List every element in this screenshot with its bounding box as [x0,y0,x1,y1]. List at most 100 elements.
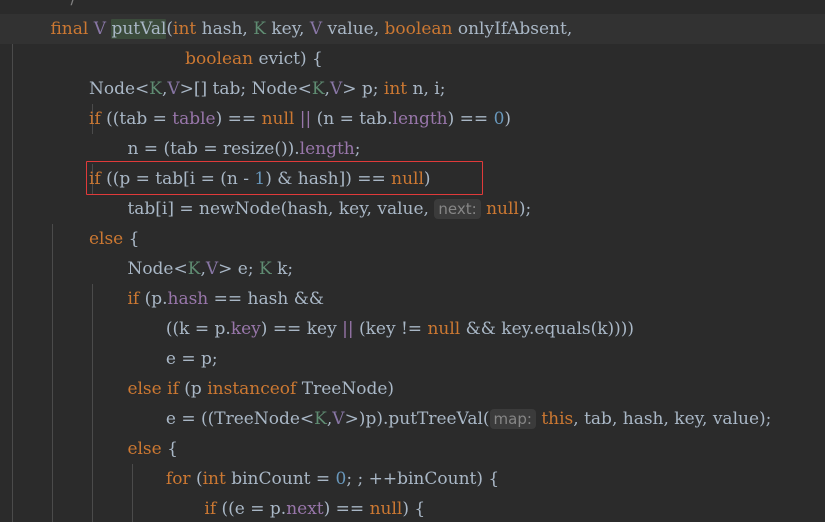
code-token: length [392,109,448,129]
code-line[interactable]: else { [0,434,825,464]
code-token: ((e = p. [216,499,287,519]
code-token: e = p; [165,349,218,369]
code-token: ( [190,469,203,489]
code-line[interactable]: Node<K,V>[] tab; Node<K,V> p; int n, i; [0,74,825,104]
code-token: int [202,469,226,489]
code-token: ((k = p. [165,319,231,339]
code-line[interactable]: else if (p instanceof TreeNode) [0,374,825,404]
code-token: table [172,109,216,129]
code-token: ((p = tab[i = (n - [100,169,255,189]
code-token: this [541,409,574,429]
code-token: K [149,79,162,99]
code-token: ) == key [260,319,343,339]
code-token: == hash && [208,289,324,309]
code-line[interactable]: e = p; [0,344,825,374]
code-token: length [299,139,355,159]
code-line[interactable]: for (int binCount = 0; ; ++binCount) { [0,464,825,494]
code-token: next [286,499,324,519]
code-token: 1 [254,169,266,189]
code-token: if [167,379,179,399]
code-token: n, i; [407,79,446,99]
code-token: ) [423,169,431,189]
code-token: ; ; ++binCount) { [346,469,500,489]
code-token: e = ((TreeNode< [165,409,315,429]
code-token: int [173,19,197,39]
code-line[interactable]: n = (tab = resize()).length; [0,134,825,164]
code-token: int [383,79,408,99]
code-token: 0 [493,109,505,129]
code-line[interactable]: if (p.hash == hash && [0,284,825,314]
code-line[interactable]: tab[i] = newNode(hash, key, value, next:… [0,194,825,224]
code-line[interactable]: e = ((TreeNode<K,V>)p).putTreeVal(map: t… [0,404,825,434]
code-token: ) == [447,109,494,129]
code-line[interactable]: final V putVal(int hash, K key, V value,… [0,14,825,44]
code-token: V [93,19,107,39]
previous-line-partial-comment: */ [0,0,825,14]
code-token: ); [518,199,532,219]
code-token: (p. [139,289,168,309]
code-token: || [342,319,354,339]
code-content[interactable]: final V putVal(int hash, K key, V value,… [0,14,825,522]
code-token: key, [265,19,310,39]
code-line[interactable]: if ((tab = table) == null || (n = tab.le… [0,104,825,134]
code-token: final [50,19,89,39]
code-token: V [329,79,343,99]
code-token: ) == [323,499,370,519]
code-token: hash [167,289,209,309]
code-editor[interactable]: */ final V putVal(int hash, K key, V val… [0,0,825,522]
code-token: V [205,259,219,279]
code-token: K [314,409,327,429]
code-token: V [309,19,323,39]
code-token: instanceof [207,379,297,399]
code-token: Node< [88,79,150,99]
block-comment-end: */ [62,0,76,14]
code-token: key [230,319,261,339]
code-token: onlyIfAbsent, [452,19,573,39]
code-token: TreeNode) [296,379,395,399]
code-line[interactable]: Node<K,V> e; K k; [0,254,825,284]
code-token: >[] tab; Node< [179,79,312,99]
code-line[interactable]: else { [0,224,825,254]
code-line[interactable]: ((k = p.key) == key || (key != null && k… [0,314,825,344]
code-line[interactable]: if ((e = p.next) == null) { [0,494,825,522]
code-token: else [88,229,124,249]
code-token: hash, [196,19,254,39]
code-token: if [127,289,140,309]
code-token: >)p).putTreeVal( [344,409,490,429]
code-token: || [299,109,312,129]
code-line[interactable]: if ((p = tab[i = (n - 1) & hash]) == nul… [0,164,825,194]
code-token: value, [322,19,385,39]
code-token: k; [271,259,294,279]
code-token: else [127,439,162,459]
code-token: evict) { [253,49,323,69]
code-token: { [161,439,178,459]
code-token: (p [178,379,208,399]
code-token: null [391,169,424,189]
code-token: { [123,229,140,249]
parameter-hint-inlay: next: [434,199,481,219]
code-token: putVal [111,19,167,39]
code-token: ) == [215,109,262,129]
code-token: V [167,79,180,99]
code-token: ) [504,109,512,129]
code-token: K [258,259,272,279]
code-token: Node< [127,259,188,279]
code-token: if [88,109,101,129]
code-line[interactable]: boolean evict) { [0,44,825,74]
code-token: if [88,169,101,189]
parameter-hint-inlay: map: [489,409,536,429]
code-token: 0 [335,469,347,489]
code-token: null [369,499,403,519]
code-token: n = (tab = resize()). [127,139,300,159]
code-token: binCount = [225,469,336,489]
code-token: null [427,319,461,339]
code-token: boolean [185,49,254,69]
code-token: > p; [342,79,384,99]
code-token: ; [354,139,361,159]
code-token: K [187,259,201,279]
code-token: && key.equals(k)))) [460,319,635,339]
code-token: for [165,469,191,489]
code-token: (n = tab. [311,109,393,129]
code-token: if [204,499,217,519]
code-token: ) { [402,499,426,519]
